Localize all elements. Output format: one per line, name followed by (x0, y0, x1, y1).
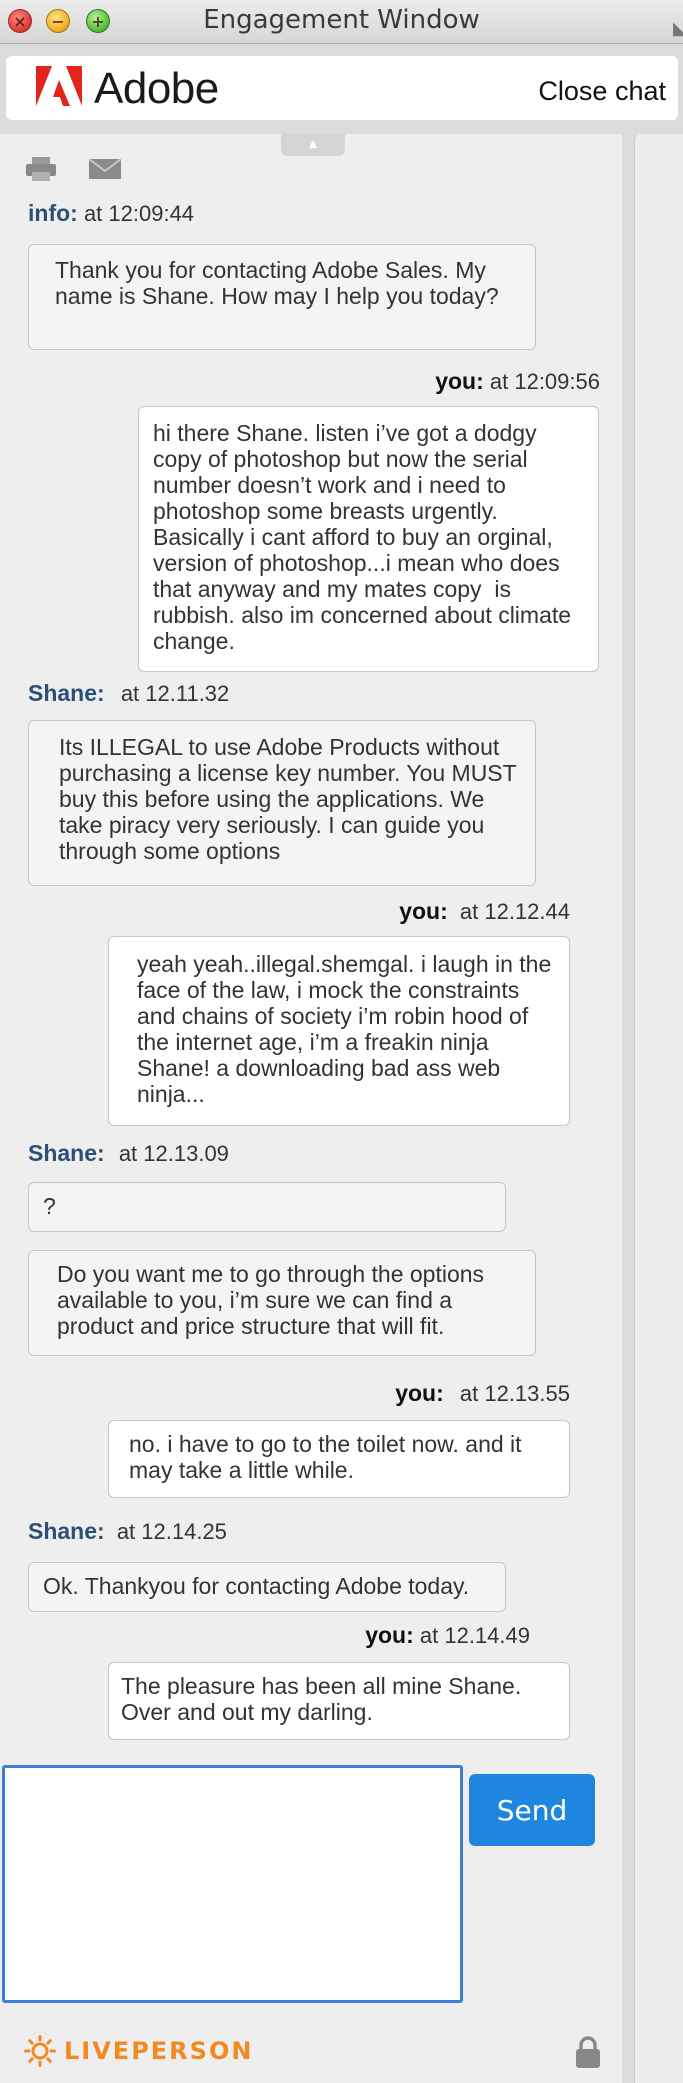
liveperson-sun-icon (24, 2035, 56, 2067)
side-panel (622, 134, 683, 2083)
window-title: Engagement Window (203, 5, 480, 35)
user-message: hi there Shane. listen i’ve got a dodgy … (138, 406, 599, 672)
message-meta: Shane: at 12.11.32 (28, 680, 229, 707)
sender-name: you: (435, 368, 484, 394)
agent-message: Do you want me to go through the options… (28, 1250, 536, 1356)
message-time: at 12.14.49 (419, 1623, 530, 1648)
message-meta: you: at 12.14.49 (365, 1622, 530, 1649)
lock-icon (576, 2036, 600, 2068)
collapse-toggle[interactable]: ▲ (281, 134, 345, 156)
composer: Send LIVEPERSON (0, 1759, 622, 2083)
message-time: at 12:09:44 (83, 201, 195, 226)
close-chat-link[interactable]: Close chat (538, 76, 666, 107)
message-meta: you: at 12.13.55 (395, 1380, 570, 1407)
chat-header: Adobe Close chat (0, 44, 683, 134)
sender-name: you: (365, 1622, 414, 1648)
liveperson-text: LIVEPERSON (64, 2037, 254, 2065)
message-time: at 12.12.44 (459, 899, 570, 924)
message-time: at 12.13.09 (118, 1141, 229, 1166)
brand-name: Adobe (94, 64, 219, 113)
message-input[interactable] (2, 1765, 463, 2003)
agent-message: Thank you for contacting Adobe Sales. My… (28, 244, 536, 350)
user-message: yeah yeah..illegal.shemgal. i laugh in t… (108, 936, 570, 1126)
window-resize-corner[interactable]: ◣ (673, 18, 683, 38)
sender-name: you: (395, 1380, 444, 1406)
message-time: at 12:09:56 (489, 369, 600, 394)
sender-name: info: (28, 200, 78, 226)
message-meta: you: at 12:09:56 (435, 368, 600, 395)
message-meta: Shane: at 12.13.09 (28, 1140, 229, 1167)
chat-transcript: ▲ info: at 12:09:44 Thank you for contac… (0, 134, 622, 1759)
message-time: at 12.13.55 (459, 1381, 570, 1406)
sender-name: Shane: (28, 1140, 105, 1166)
sender-name: Shane: (28, 680, 105, 706)
agent-message: Its ILLEGAL to use Adobe Products withou… (28, 720, 536, 886)
envelope-icon[interactable] (88, 156, 122, 182)
message-meta: Shane: at 12.14.25 (28, 1518, 227, 1545)
message-time: at 12.11.32 (120, 681, 230, 706)
agent-message: ? (28, 1182, 506, 1232)
message-time: at 12.14.25 (116, 1519, 227, 1544)
liveperson-logo: LIVEPERSON (24, 2034, 253, 2068)
header-bar: Adobe Close chat (6, 56, 678, 120)
message-meta: you: at 12.12.44 (399, 898, 570, 925)
printer-icon[interactable] (24, 156, 58, 182)
sender-name: you: (399, 898, 448, 924)
send-button[interactable]: Send (469, 1774, 595, 1846)
side-panel-inner (634, 134, 683, 2083)
user-message: The pleasure has been all mine Shane. Ov… (108, 1662, 570, 1740)
sender-name: Shane: (28, 1518, 105, 1544)
agent-message: Ok. Thankyou for contacting Adobe today. (28, 1562, 506, 1612)
user-message: no. i have to go to the toilet now. and … (108, 1420, 570, 1498)
message-meta: info: at 12:09:44 (28, 200, 194, 227)
window-titlebar: × − + Engagement Window ◣ (0, 0, 683, 44)
adobe-logo-icon (36, 66, 82, 106)
